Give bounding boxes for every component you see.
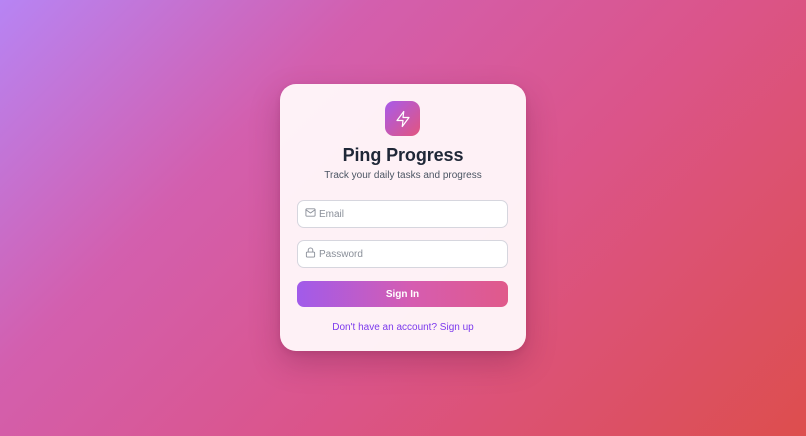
email-field[interactable] [297, 200, 508, 228]
mail-icon [305, 207, 316, 218]
sign-up-link[interactable]: Don't have an account? Sign up [280, 322, 526, 333]
lock-icon [305, 247, 316, 258]
app-subtitle: Track your daily tasks and progress [324, 170, 482, 181]
app-logo [385, 101, 420, 136]
sign-in-button[interactable]: Sign In [297, 281, 508, 307]
login-card: Ping Progress Track your daily tasks and… [280, 84, 526, 351]
app-title: Ping Progress [342, 145, 464, 165]
password-field[interactable] [297, 240, 508, 268]
email-input[interactable] [319, 201, 499, 227]
lightning-bolt-icon [394, 110, 412, 128]
password-input[interactable] [319, 241, 499, 267]
